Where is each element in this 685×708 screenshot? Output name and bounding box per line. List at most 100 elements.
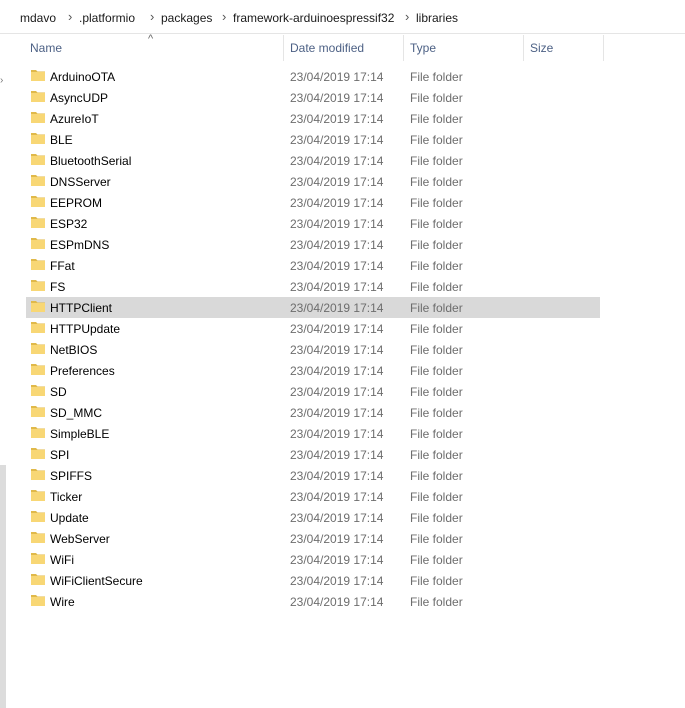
file-date-modified: 23/04/2019 17:14 bbox=[290, 448, 384, 462]
file-type: File folder bbox=[410, 595, 463, 609]
file-type: File folder bbox=[410, 217, 463, 231]
file-date-modified: 23/04/2019 17:14 bbox=[290, 259, 384, 273]
breadcrumb-item[interactable]: libraries bbox=[416, 11, 458, 25]
file-type: File folder bbox=[410, 490, 463, 504]
folder-icon bbox=[31, 532, 45, 543]
file-row[interactable]: SD 23/04/2019 17:14 File folder bbox=[26, 381, 600, 402]
folder-icon bbox=[31, 133, 45, 144]
column-header-name[interactable]: Name bbox=[30, 41, 62, 55]
file-name: SD bbox=[50, 385, 67, 399]
file-row[interactable]: WebServer 23/04/2019 17:14 File folder bbox=[26, 528, 600, 549]
file-type: File folder bbox=[410, 427, 463, 441]
file-date-modified: 23/04/2019 17:14 bbox=[290, 301, 384, 315]
file-date-modified: 23/04/2019 17:14 bbox=[290, 70, 384, 84]
folder-icon bbox=[31, 301, 45, 312]
breadcrumb-item[interactable]: mdavo bbox=[20, 11, 56, 25]
folder-icon bbox=[31, 217, 45, 228]
file-name: NetBIOS bbox=[50, 343, 98, 357]
file-row[interactable]: DNSServer 23/04/2019 17:14 File folder bbox=[26, 171, 600, 192]
file-type: File folder bbox=[410, 553, 463, 567]
column-header-date-modified[interactable]: Date modified bbox=[290, 41, 364, 55]
file-type: File folder bbox=[410, 511, 463, 525]
folder-icon bbox=[31, 280, 45, 291]
breadcrumb-item[interactable]: packages bbox=[161, 11, 212, 25]
file-date-modified: 23/04/2019 17:14 bbox=[290, 112, 384, 126]
file-row[interactable]: ESPmDNS 23/04/2019 17:14 File folder bbox=[26, 234, 600, 255]
file-type: File folder bbox=[410, 364, 463, 378]
file-name: HTTPClient bbox=[50, 301, 113, 315]
file-date-modified: 23/04/2019 17:14 bbox=[290, 595, 384, 609]
file-row[interactable]: Preferences 23/04/2019 17:14 File folder bbox=[26, 360, 600, 381]
file-row[interactable]: SPI 23/04/2019 17:14 File folder bbox=[26, 444, 600, 465]
chevron-right-icon[interactable]: › bbox=[405, 9, 409, 24]
file-row[interactable]: WiFiClientSecure 23/04/2019 17:14 File fol… bbox=[26, 570, 600, 591]
file-row[interactable]: NetBIOS 23/04/2019 17:14 File folder bbox=[26, 339, 600, 360]
file-type: File folder bbox=[410, 175, 463, 189]
file-date-modified: 23/04/2019 17:14 bbox=[290, 196, 384, 210]
file-row[interactable]: BLE 23/04/2019 17:14 File folder bbox=[26, 129, 600, 150]
file-date-modified: 23/04/2019 17:14 bbox=[290, 532, 384, 546]
file-row[interactable]: Wire 23/04/2019 17:14 File folder bbox=[26, 591, 600, 612]
column-header-size[interactable]: Size bbox=[530, 41, 553, 55]
file-row[interactable]: FS 23/04/2019 17:14 File folder bbox=[26, 276, 600, 297]
file-row[interactable]: AzureIoT 23/04/2019 17:14 File folder bbox=[26, 108, 600, 129]
file-row[interactable]: AsyncUDP 23/04/2019 17:14 File folder bbox=[26, 87, 600, 108]
file-row[interactable]: BluetoothSerial 23/04/2019 17:14 File fold… bbox=[26, 150, 600, 171]
folder-icon bbox=[31, 322, 45, 333]
file-name: EEPROM bbox=[50, 196, 103, 210]
folder-icon bbox=[31, 553, 45, 564]
file-row[interactable]: EEPROM 23/04/2019 17:14 File folder bbox=[26, 192, 600, 213]
file-type: File folder bbox=[410, 385, 463, 399]
file-row[interactable]: Ticker 23/04/2019 17:14 File folder bbox=[26, 486, 600, 507]
folder-icon bbox=[31, 343, 45, 354]
file-row[interactable]: FFat 23/04/2019 17:14 File folder bbox=[26, 255, 600, 276]
column-divider[interactable] bbox=[523, 35, 524, 61]
file-row[interactable]: Update 23/04/2019 17:14 File folder bbox=[26, 507, 600, 528]
file-date-modified: 23/04/2019 17:14 bbox=[290, 322, 384, 336]
column-divider[interactable] bbox=[403, 35, 404, 61]
folder-icon bbox=[31, 364, 45, 375]
file-row[interactable]: WiFi 23/04/2019 17:14 File folder bbox=[26, 549, 600, 570]
chevron-right-icon[interactable]: › bbox=[222, 9, 226, 24]
folder-icon bbox=[31, 259, 45, 270]
chevron-right-icon[interactable]: › bbox=[150, 9, 154, 24]
file-name: BLE bbox=[50, 133, 73, 147]
file-type: File folder bbox=[410, 448, 463, 462]
sort-up-icon: ^ bbox=[148, 33, 154, 45]
chevron-right-icon[interactable]: › bbox=[0, 75, 3, 86]
file-date-modified: 23/04/2019 17:14 bbox=[290, 406, 384, 420]
file-date-modified: 23/04/2019 17:14 bbox=[290, 238, 384, 252]
file-type: File folder bbox=[410, 301, 463, 315]
breadcrumb-item[interactable]: .platformio bbox=[79, 11, 135, 25]
file-row[interactable]: HTTPUpdate 23/04/2019 17:14 File folder bbox=[26, 318, 600, 339]
file-type: File folder bbox=[410, 322, 463, 336]
folder-icon bbox=[31, 238, 45, 249]
file-row[interactable]: SD_MMC 23/04/2019 17:14 File folder bbox=[26, 402, 600, 423]
chevron-right-icon[interactable]: › bbox=[68, 9, 72, 24]
file-row[interactable]: SPIFFS 23/04/2019 17:14 File folder bbox=[26, 465, 600, 486]
folder-icon bbox=[31, 175, 45, 186]
file-row[interactable]: ArduinoOTA 23/04/2019 17:14 File folder bbox=[26, 66, 600, 87]
file-row[interactable]: ESP32 23/04/2019 17:14 File folder bbox=[26, 213, 600, 234]
file-date-modified: 23/04/2019 17:14 bbox=[290, 553, 384, 567]
folder-icon bbox=[31, 70, 45, 81]
file-row[interactable]: SimpleBLE 23/04/2019 17:14 File folder bbox=[26, 423, 600, 444]
file-name: HTTPUpdate bbox=[50, 322, 121, 336]
file-name: WiFi bbox=[50, 553, 74, 567]
navigation-pane: › bbox=[0, 35, 10, 708]
folder-icon bbox=[31, 595, 45, 606]
navigation-scrollbar[interactable] bbox=[0, 465, 6, 708]
column-divider[interactable] bbox=[603, 35, 604, 61]
file-date-modified: 23/04/2019 17:14 bbox=[290, 280, 384, 294]
column-header-type[interactable]: Type bbox=[410, 41, 436, 55]
file-name: ArduinoOTA bbox=[50, 70, 116, 84]
folder-icon bbox=[31, 91, 45, 102]
column-divider[interactable] bbox=[283, 35, 284, 61]
folder-icon bbox=[31, 427, 45, 438]
breadcrumb-item[interactable]: framework-arduinoespressif32 bbox=[233, 11, 394, 25]
folder-icon bbox=[31, 469, 45, 480]
column-headers: ^ Name Date modified Type Size bbox=[0, 33, 685, 64]
file-row-selected[interactable]: HTTPClient 23/04/2019 17:14 File folder bbox=[26, 297, 600, 318]
file-date-modified: 23/04/2019 17:14 bbox=[290, 343, 384, 357]
file-name: SPI bbox=[50, 448, 70, 462]
